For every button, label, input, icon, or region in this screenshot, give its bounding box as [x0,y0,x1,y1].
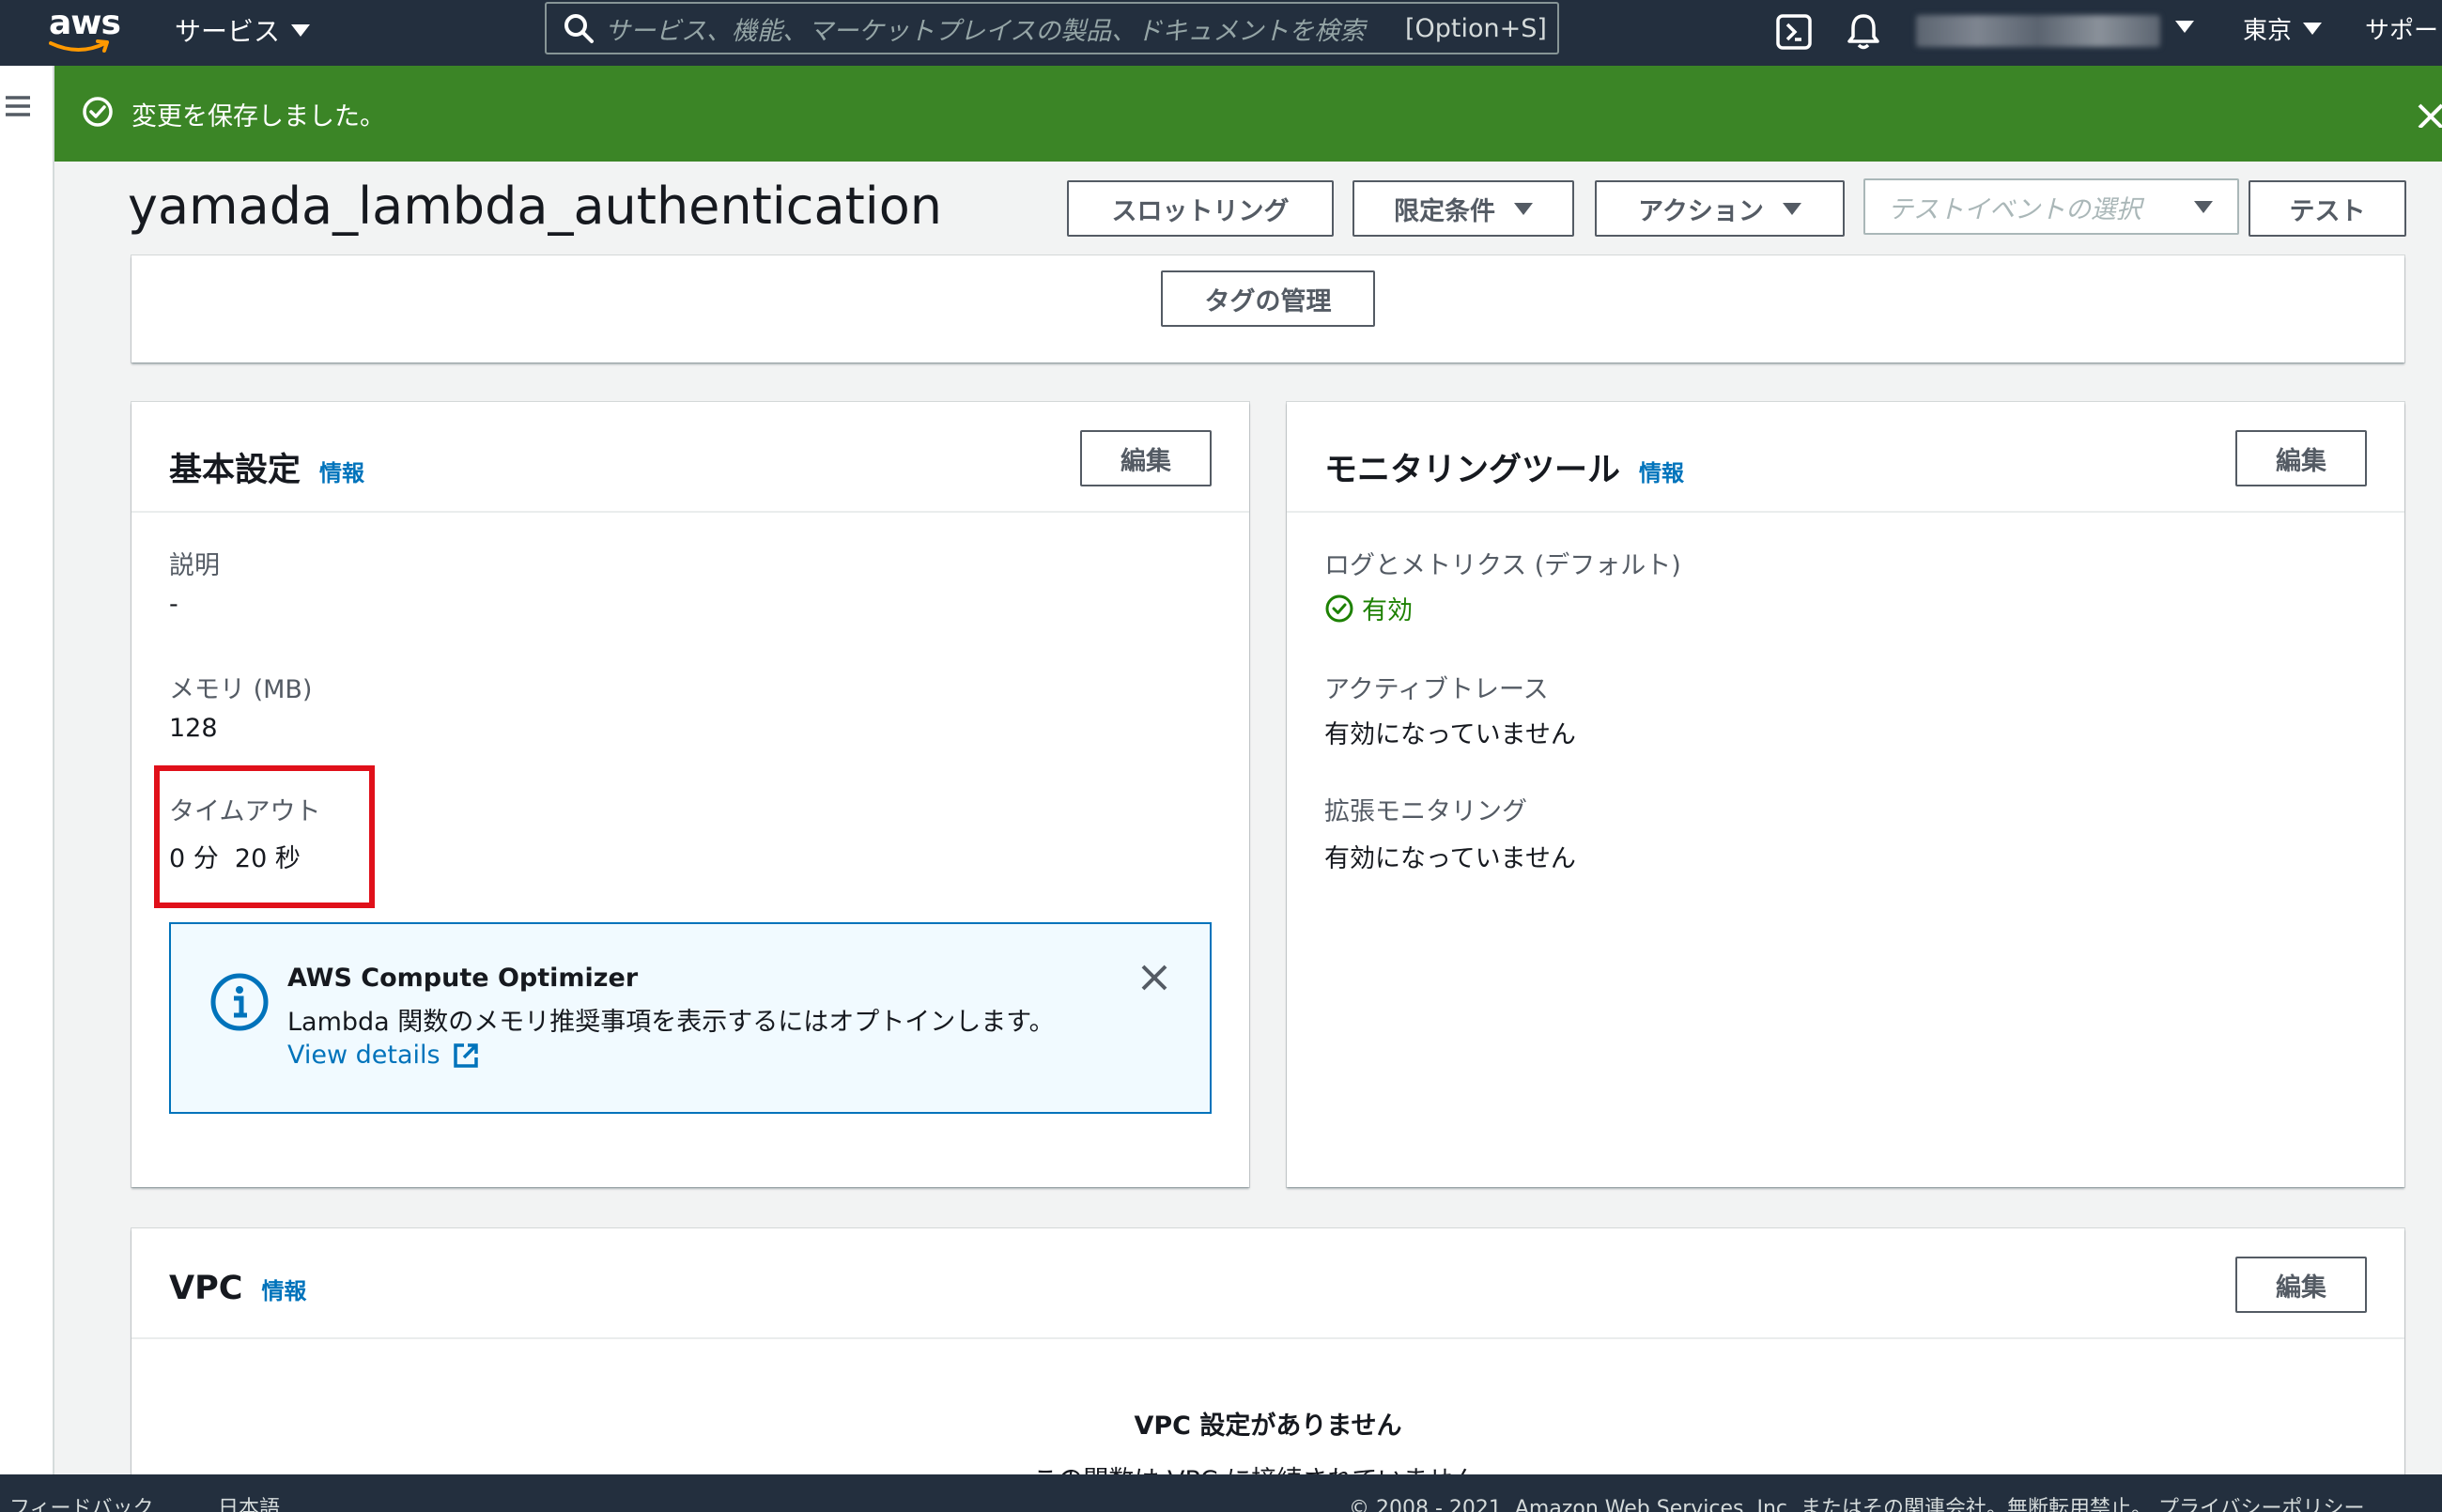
test-button-label: テスト [2289,196,2366,226]
view-details-link[interactable]: View details [287,1041,480,1070]
cloudshell-icon[interactable] [1775,13,1813,54]
description-value: - [169,590,178,619]
qualifiers-dropdown-label: 限定条件 [1394,196,1495,226]
monitoring-edit-button[interactable]: 編集 [2235,430,2367,486]
chevron-down-icon [2194,200,2213,213]
close-icon[interactable] [2414,100,2442,131]
aws-logo-text: aws [49,4,121,42]
region-menu[interactable]: 東京 [2243,11,2323,46]
info-link[interactable]: 情報 [319,455,364,487]
vpc-title: VPC 情報 [169,1270,306,1307]
description-label: 説明 [169,551,220,580]
success-flashbar: 変更を保存しました。 [54,66,2442,162]
feedback-link[interactable]: フィードバック [9,1491,154,1512]
close-icon[interactable] [1140,964,1168,995]
bell-icon[interactable] [1845,11,1882,54]
console-footer: フィードバック 日本語 © 2008 - 2021, Amazon Web Se… [0,1474,2442,1512]
logs-metrics-value: 有効 [1362,596,1413,625]
aws-logo[interactable]: aws [45,4,121,60]
timeout-highlight-box [154,765,375,908]
throttle-button-label: スロットリング [1111,196,1290,226]
copyright-text: © 2008 - 2021, Amazon Web Services, Inc.… [1349,1497,2153,1512]
general-config-header: 基本設定 情報 編集 [131,402,1249,513]
tags-panel: タグの管理 [131,255,2404,363]
active-tracing-value: 有効になっていません [1324,720,1576,749]
external-link-icon [453,1042,478,1068]
optimizer-body: Lambda 関数のメモリ推奨事項を表示するにはオプトインします。 [287,1008,1055,1037]
support-menu[interactable]: サポート [2365,11,2442,46]
flash-message: 変更を保存しました。 [131,101,385,131]
info-link[interactable]: 情報 [261,1273,306,1305]
services-menu[interactable]: サービス [175,11,311,49]
general-config-edit-button[interactable]: 編集 [1080,430,1212,486]
vpc-edit-button[interactable]: 編集 [2235,1257,2367,1313]
vpc-empty-title: VPC 設定がありません [1134,1412,1402,1441]
search-shortcut: [Option+S] [1405,13,1547,43]
chevron-down-icon [1514,202,1533,215]
general-config-title-text: 基本設定 [169,452,301,489]
test-event-placeholder: テストイベントの選択 [1888,194,2141,224]
chevron-down-icon [1782,202,1801,215]
vpc-header: VPC 情報 編集 [131,1228,2404,1339]
account-menu[interactable] [1916,15,2160,47]
account-chevron-down-icon[interactable] [2175,21,2194,33]
logs-metrics-status: 有効 [1324,590,1413,626]
actions-dropdown[interactable]: アクション [1595,180,1845,237]
enhanced-monitoring-value: 有効になっていません [1324,844,1576,873]
search-bar[interactable]: サービス、機能、マーケットプレイスの製品、ドキュメントを検索 [Option+S… [545,2,1559,54]
manage-tags-button[interactable]: タグの管理 [1161,270,1375,327]
general-config-title: 基本設定 情報 [169,443,364,491]
logs-metrics-label: ログとメトリクス (デフォルト) [1324,551,1681,580]
monitoring-header: モニタリングツール 情報 編集 [1287,402,2404,513]
language-selector[interactable]: 日本語 [218,1491,280,1512]
vpc-title-text: VPC [169,1270,243,1307]
compute-optimizer-alert: AWS Compute Optimizer Lambda 関数のメモリ推奨事項を… [169,922,1212,1114]
function-name-title: yamada_lambda_authentication [128,177,943,236]
memory-value: 128 [169,714,218,743]
top-navigation: aws サービス サービス、機能、マーケットプレイスの製品、ドキュメントを検索 … [0,0,2442,66]
active-tracing-label: アクティブトレース [1324,675,1549,704]
status-check-icon [1325,594,1353,622]
test-event-select[interactable]: テストイベントの選択 [1863,178,2239,235]
region-chevron-down-icon [2303,23,2323,35]
success-check-icon [81,95,115,132]
enhanced-monitoring-label: 拡張モニタリング [1324,797,1527,826]
search-input[interactable]: サービス、機能、マーケットプレイスの製品、ドキュメントを検索 [605,10,1394,47]
privacy-policy-link[interactable]: プライバシーポリシー [2158,1491,2365,1512]
optimizer-title: AWS Compute Optimizer [287,964,639,993]
manage-tags-button-label: タグの管理 [1204,286,1332,316]
vpc-panel: VPC 情報 編集 VPC 設定がありません この関数は VPC に接続されてい… [131,1228,2404,1510]
menu-icon[interactable] [4,94,32,122]
info-icon [209,971,270,1037]
search-icon [552,4,605,53]
test-button[interactable]: テスト [2249,180,2406,237]
monitoring-title: モニタリングツール 情報 [1324,443,1684,491]
info-link[interactable]: 情報 [1639,455,1684,487]
region-label: 東京 [2243,17,2293,45]
qualifiers-dropdown[interactable]: 限定条件 [1352,180,1574,237]
monitoring-title-text: モニタリングツール [1324,452,1621,489]
services-label: サービス [175,16,281,47]
view-details-link-label: View details [287,1041,440,1070]
actions-dropdown-label: アクション [1638,196,1764,226]
memory-label: メモリ (MB) [169,675,313,704]
chevron-down-icon [291,23,311,37]
throttle-button[interactable]: スロットリング [1067,180,1334,237]
aws-smile-icon [49,39,109,53]
side-navigation-rail [0,66,54,1474]
